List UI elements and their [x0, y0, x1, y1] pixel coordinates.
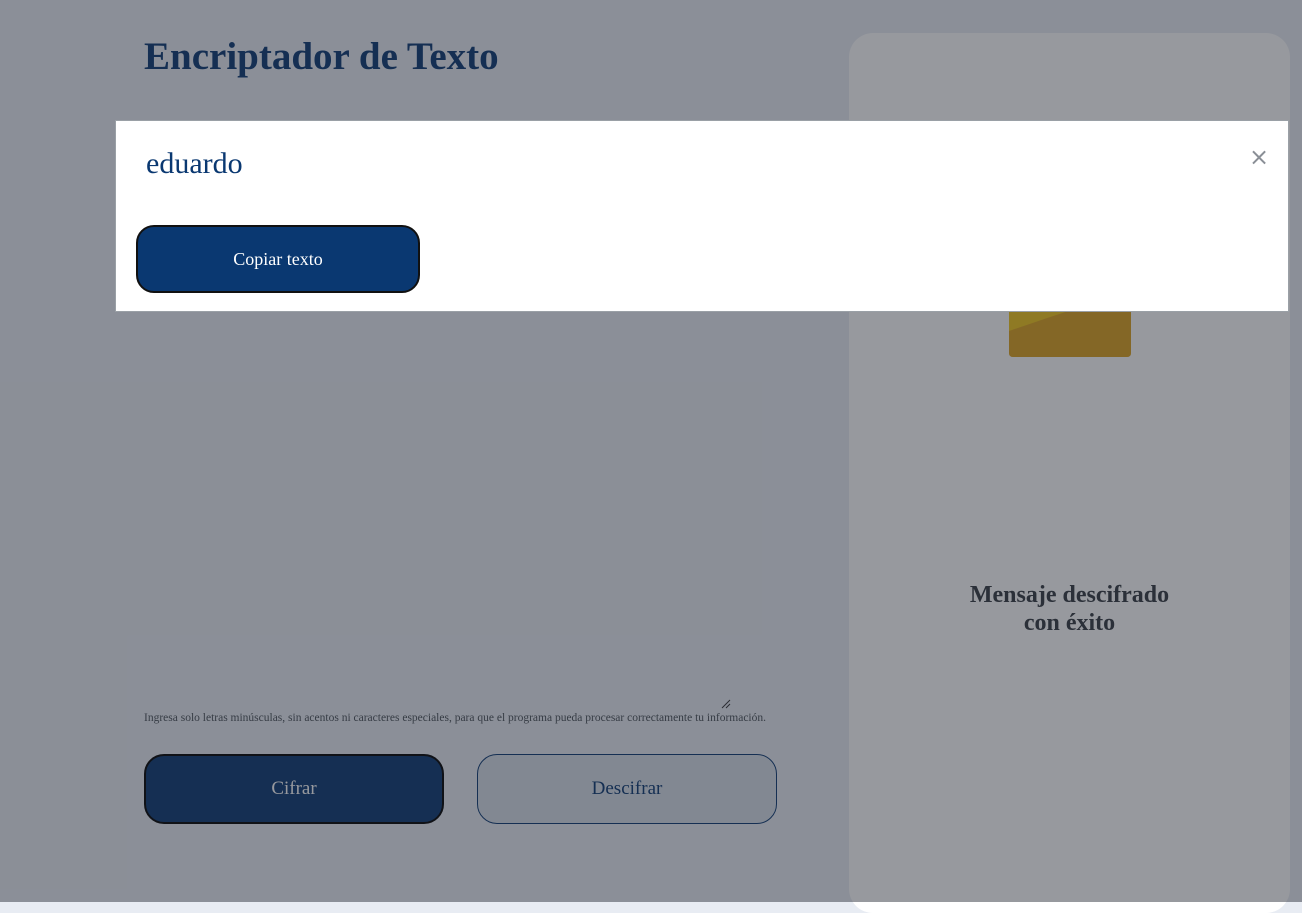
modal-result-text: eduardo — [146, 147, 243, 180]
result-modal: eduardo × Copiar texto — [115, 120, 1289, 312]
copy-text-button[interactable]: Copiar texto — [136, 225, 420, 293]
close-icon[interactable]: × — [1249, 143, 1269, 171]
